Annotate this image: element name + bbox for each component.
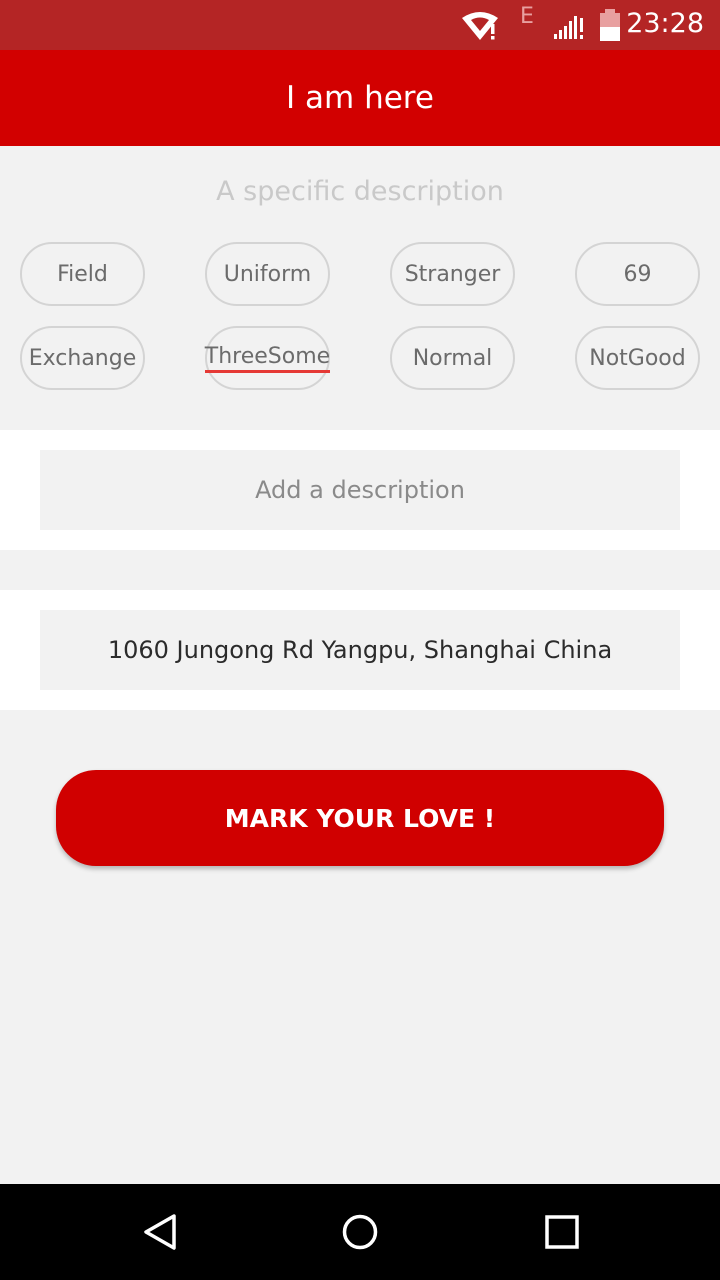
screen: E 23:28 I am here A specific description… [0,0,720,1280]
description-input[interactable] [40,450,680,530]
tag-normal[interactable]: Normal [390,326,515,390]
tag-69[interactable]: 69 [575,242,700,306]
tag-label: 69 [623,261,652,287]
address-section: 1060 Jungong Rd Yangpu, Shanghai China [0,590,720,710]
tag-label: Exchange [28,345,137,371]
home-icon[interactable] [340,1212,380,1252]
network-type-label: E [520,4,534,29]
tag-field[interactable]: Field [20,242,145,306]
signal-alert-icon [554,16,583,39]
tags-hint: A specific description [216,176,504,207]
app-bar: I am here [0,50,720,146]
address-text: 1060 Jungong Rd Yangpu, Shanghai China [107,636,613,664]
tag-notgood[interactable]: NotGood [575,326,700,390]
status-time: 23:28 [626,8,704,39]
description-section [0,430,720,550]
page-title: I am here [286,80,434,116]
tag-uniform[interactable]: Uniform [205,242,330,306]
tag-label: Uniform [223,261,312,287]
tag-label: Field [57,261,108,287]
tag-label: Normal [412,345,493,371]
recents-icon[interactable] [542,1212,582,1252]
navigation-bar [0,1184,720,1280]
tag-stranger[interactable]: Stranger [390,242,515,306]
tag-threesome[interactable]: ThreeSome [204,326,331,390]
battery-icon [600,9,620,41]
wifi-alert-icon [462,12,498,40]
back-icon[interactable] [140,1212,180,1252]
tag-exchange[interactable]: Exchange [20,326,145,390]
status-bar: E 23:28 [0,0,720,50]
tag-label: ThreeSome [204,344,331,373]
tag-label: Stranger [404,261,501,287]
tag-label: NotGood [589,345,686,371]
address-field[interactable]: 1060 Jungong Rd Yangpu, Shanghai China [40,610,680,690]
mark-your-love-button[interactable]: MARK YOUR LOVE ! [56,770,664,866]
